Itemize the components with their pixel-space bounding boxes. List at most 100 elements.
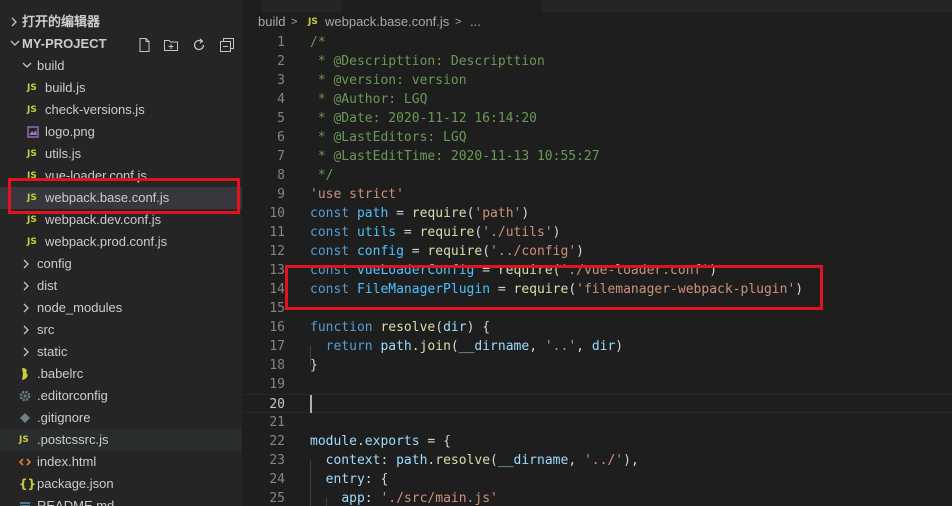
code-token: ) [615,339,624,354]
code-token: = { [419,434,451,449]
code-token: require [411,206,467,221]
line-number: 14 [269,282,285,297]
code-token: * @Date: 2020-11-12 16:14:20 [310,111,537,126]
code-token: ( [482,244,491,259]
open-editors-section[interactable]: 打开的编辑器 [0,11,242,33]
code-token: context [325,453,381,468]
js-file-icon: JS [19,435,29,445]
line-number: 5 [277,111,285,126]
line-number: 1 [277,35,285,50]
tree-item-label: .gitignore [37,410,91,425]
code-line[interactable]: 5 * @Date: 2020-11-12 16:14:20 [242,109,952,128]
code-line[interactable]: 9 'use strict' [242,185,952,204]
line-number: 10 [269,206,285,221]
new-folder-icon[interactable] [163,37,179,53]
code-line[interactable]: 17 return path.join(__dirname, '..', dir… [242,337,952,356]
tree-item[interactable]: node_modules [0,297,242,319]
line-number: 6 [277,130,285,145]
code-token: exports [364,434,420,449]
tree-item[interactable]: JS webpack.prod.conf.js [0,231,242,253]
tree-item[interactable]: .editorconfig [0,385,242,407]
tree-item[interactable]: README.md [0,495,242,506]
code-line[interactable]: 25 app: './src/main.js' [242,489,952,506]
tree-item-label: check-versions.js [45,102,145,117]
js-file-icon: JS [27,105,37,115]
new-file-icon[interactable] [137,37,153,53]
code-line[interactable]: 6 * @LastEditors: LGQ [242,128,952,147]
tree-item[interactable]: .babelrc [0,363,242,385]
code-text: } [310,356,318,375]
tree-item[interactable]: JS build.js [0,77,242,99]
code-line[interactable]: 7 * @LastEditTime: 2020-11-13 10:55:27 [242,147,952,166]
tree-item[interactable]: dist [0,275,242,297]
code-line[interactable]: 24 entry: { [242,470,952,489]
code-line[interactable]: 21 [242,413,952,432]
code-line[interactable]: 23 context: path.resolve(__dirname, '../… [242,451,952,470]
breadcrumb-ellipsis[interactable]: ... [470,11,481,33]
tree-item[interactable]: JS utils.js [0,143,242,165]
code-line[interactable]: 1 /* [242,33,952,52]
code-token: path [356,206,389,221]
tree-item[interactable]: static [0,341,242,363]
json-file-icon: {} [19,477,37,491]
code-token: '../config' [490,244,577,259]
code-token: , [529,339,545,354]
tree-item[interactable]: .gitignore [0,407,242,429]
line-number: 11 [269,225,285,240]
code-text: * @Date: 2020-11-12 16:14:20 [310,109,537,128]
tree-item[interactable]: JS .postcssrc.js [0,429,242,451]
tree-item[interactable]: {} package.json [0,473,242,495]
code-token: dir [443,320,467,335]
code-line[interactable]: 3 * @version: version [242,71,952,90]
breadcrumb-file[interactable]: webpack.base.conf.js [325,11,449,33]
code-token: join [419,339,451,354]
code-line[interactable]: 11 const utils = require('./utils') [242,223,952,242]
code-token: = [396,225,420,240]
tree-item-label: .postcssrc.js [37,432,109,447]
code-text: * @Author: LGQ [310,90,428,109]
code-line[interactable]: 2 * @Descripttion: Descripttion [242,52,952,71]
code-token: function [310,320,381,335]
indent-guide [326,498,327,506]
line-number: 24 [269,472,285,487]
code-token: dir [591,339,616,354]
refresh-icon[interactable] [191,37,207,53]
code-line[interactable]: 12 const config = require('../config') [242,242,952,261]
code-text: const path = require('path') [310,204,529,223]
breadcrumb-separator: > [455,16,462,28]
code-token: 'use strict' [310,187,404,202]
code-token: './utils' [482,225,553,240]
line-number: 4 [277,92,285,107]
tree-item-label: .editorconfig [37,388,108,403]
tree-item[interactable]: logo.png [0,121,242,143]
tree-item[interactable]: JS check-versions.js [0,99,242,121]
code-line[interactable]: 10 const path = require('path') [242,204,952,223]
code-line[interactable]: 18} [242,356,952,375]
code-text: * @Descripttion: Descripttion [310,52,545,71]
line-number: 7 [277,149,285,164]
html-file-icon [19,451,33,473]
code-token: resolve [380,320,436,335]
code-token: ) [552,225,561,240]
code-line[interactable]: 20 [242,394,952,413]
tree-item[interactable]: config [0,253,242,275]
code-line[interactable]: 4 * @Author: LGQ [242,90,952,109]
code-line[interactable]: 8 */ [242,166,952,185]
code-token: = [403,244,428,259]
tree-item[interactable]: index.html [0,451,242,473]
code-token: './src/main.js' [380,491,498,506]
code-line[interactable]: 16 function resolve(dir) { [242,318,952,337]
line-number: 19 [269,377,285,392]
code-token: const [310,244,357,259]
line-number: 16 [269,320,285,335]
code-line[interactable]: 22 module.exports = { [242,432,952,451]
code-line[interactable]: 19 [242,375,952,394]
tree-item[interactable]: src [0,319,242,341]
tree-item-label: logo.png [45,124,95,139]
breadcrumb-folder[interactable]: build [258,11,285,33]
code-token: config [356,244,404,259]
code-token: ) [521,206,530,221]
tree-item[interactable]: build [0,55,242,77]
code-token: ( [450,339,459,354]
collapse-all-icon[interactable] [219,37,235,53]
